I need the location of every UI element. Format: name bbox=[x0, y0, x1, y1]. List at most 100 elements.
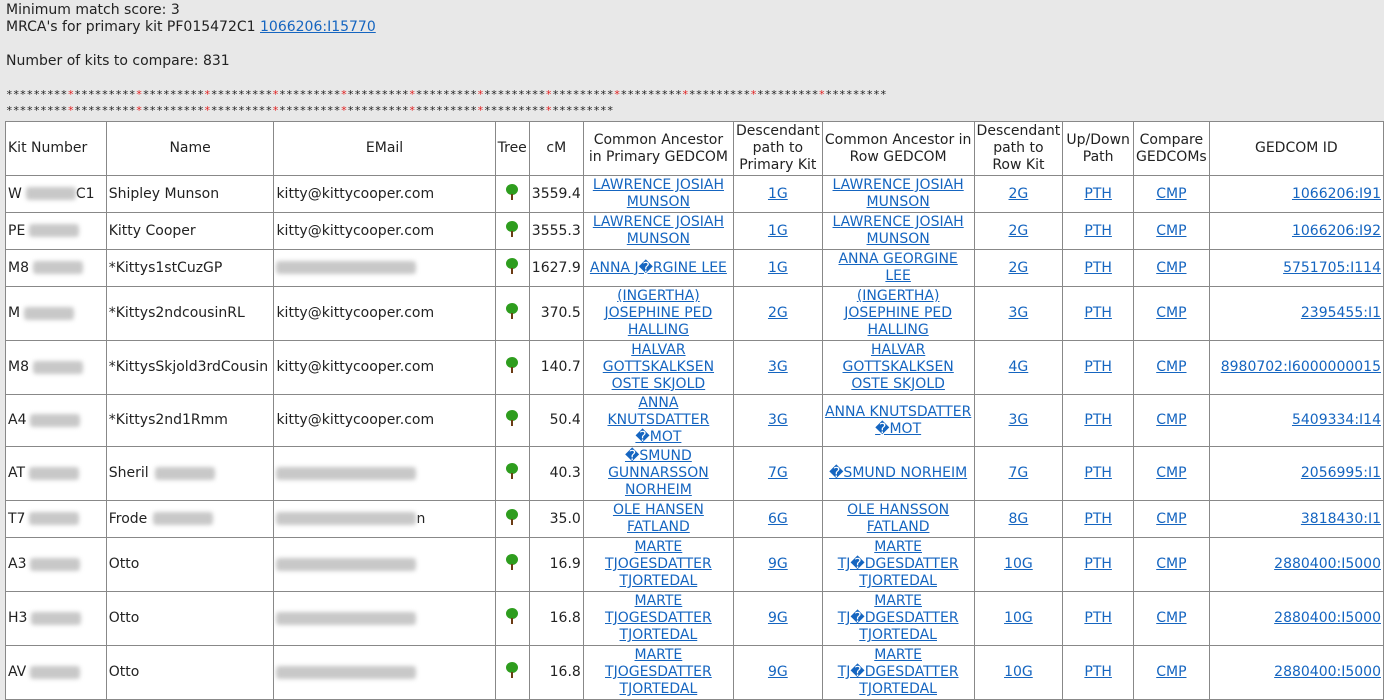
gedcom-id-cell-link[interactable]: 3818430:I1 bbox=[1301, 511, 1381, 527]
updown-cell-link[interactable]: PTH bbox=[1084, 664, 1112, 680]
tree-icon[interactable] bbox=[505, 608, 519, 624]
desc-row-cell-link[interactable]: 4G bbox=[1009, 359, 1029, 375]
desc-primary-cell-link[interactable]: 9G bbox=[768, 664, 788, 680]
gedcom-id-cell-link[interactable]: 1066206:I92 bbox=[1292, 223, 1381, 239]
tree-icon[interactable] bbox=[505, 662, 519, 678]
updown-cell-link[interactable]: PTH bbox=[1084, 305, 1112, 321]
updown-cell-link[interactable]: PTH bbox=[1084, 186, 1112, 202]
col-name[interactable]: Name bbox=[105, 121, 275, 176]
ca-primary-cell-link[interactable]: MARTE TJOGESDATTER TJORTEDAL bbox=[605, 593, 712, 643]
updown-cell-link[interactable]: PTH bbox=[1084, 511, 1112, 527]
desc-row-cell-link[interactable]: 7G bbox=[1009, 465, 1029, 481]
ca-primary-cell-link[interactable]: (INGERTHA) JOSEPHINE PED HALLING bbox=[604, 288, 712, 338]
updown-cell-link[interactable]: PTH bbox=[1084, 610, 1112, 626]
tree-icon[interactable] bbox=[505, 508, 519, 525]
col-tree[interactable]: Tree bbox=[494, 121, 530, 176]
desc-primary-cell-link[interactable]: 3G bbox=[768, 412, 788, 428]
desc-primary-cell-link[interactable]: 3G bbox=[768, 359, 788, 375]
ca-primary-cell-link[interactable]: ANNA KNUTSDATTER �MOT bbox=[608, 395, 710, 445]
ca-row-cell-link[interactable]: MARTE TJ�DGESDATTER TJORTEDAL bbox=[838, 539, 959, 589]
desc-row-cell-link[interactable]: 2G bbox=[1009, 223, 1029, 239]
ca-primary-cell-link[interactable]: MARTE TJOGESDATTER TJORTEDAL bbox=[605, 539, 712, 589]
desc-row-cell-link[interactable]: 2G bbox=[1009, 260, 1029, 276]
gedcom-id-cell-link[interactable]: 2880400:I5000 bbox=[1274, 610, 1381, 626]
gedcom-id-cell-link[interactable]: 5751705:I114 bbox=[1283, 260, 1381, 276]
compare-cell-link[interactable]: CMP bbox=[1156, 412, 1186, 428]
ca-row-cell-link[interactable]: LAWRENCE JOSIAH MUNSON bbox=[833, 177, 964, 210]
ca-row-cell-link[interactable]: ANNA KNUTSDATTER �MOT bbox=[825, 404, 971, 437]
gedcom-id-cell-link[interactable]: 2880400:I5000 bbox=[1274, 556, 1381, 572]
tree-icon[interactable] bbox=[505, 257, 519, 274]
ca-primary-cell-link[interactable]: OLE HANSEN FATLAND bbox=[613, 502, 704, 535]
ca-row-cell-link[interactable]: ANNA GEORGINE LEE bbox=[838, 251, 957, 284]
col-desc-primary[interactable]: Descendant path to Primary Kit bbox=[733, 121, 823, 176]
ca-primary-cell-link[interactable]: LAWRENCE JOSIAH MUNSON bbox=[593, 177, 724, 210]
desc-primary-cell-link[interactable]: 2G bbox=[768, 305, 788, 321]
desc-row-cell-link[interactable]: 10G bbox=[1004, 664, 1033, 680]
desc-primary-cell-link[interactable]: 6G bbox=[768, 511, 788, 527]
gedcom-id-cell-link[interactable]: 8980702:I6000000015 bbox=[1221, 359, 1381, 375]
ca-primary-cell-link[interactable]: MARTE TJOGESDATTER TJORTEDAL bbox=[605, 647, 712, 697]
updown-cell-link[interactable]: PTH bbox=[1084, 556, 1112, 572]
compare-cell-link[interactable]: CMP bbox=[1156, 223, 1186, 239]
updown-cell-link[interactable]: PTH bbox=[1084, 465, 1112, 481]
compare-cell-link[interactable]: CMP bbox=[1156, 359, 1186, 375]
updown-cell-link[interactable]: PTH bbox=[1084, 359, 1112, 375]
gedcom-id-cell-link[interactable]: 2880400:I5000 bbox=[1274, 664, 1381, 680]
ca-row-cell-link[interactable]: MARTE TJ�DGESDATTER TJORTEDAL bbox=[838, 647, 959, 697]
ca-row-cell-link[interactable]: (INGERTHA) JOSEPHINE PED HALLING bbox=[844, 288, 952, 338]
col-gedcom-id[interactable]: GEDCOM ID bbox=[1208, 121, 1384, 176]
gedcom-id-cell-link[interactable]: 5409334:I14 bbox=[1292, 412, 1381, 428]
desc-primary-cell-link[interactable]: 7G bbox=[768, 465, 788, 481]
desc-row-cell-link[interactable]: 10G bbox=[1004, 556, 1033, 572]
desc-primary-cell-link[interactable]: 1G bbox=[768, 223, 788, 239]
desc-primary-cell-link[interactable]: 1G bbox=[768, 260, 788, 276]
desc-primary-cell-link[interactable]: 9G bbox=[768, 556, 788, 572]
col-ca-primary[interactable]: Common Ancestor in Primary GEDCOM bbox=[582, 121, 735, 176]
col-compare[interactable]: Compare GEDCOMs bbox=[1133, 121, 1210, 176]
col-ca-row[interactable]: Common Ancestor in Row GEDCOM bbox=[821, 121, 975, 176]
ca-row-cell-link[interactable]: HALVAR GOTTSKALKSEN OSTE SKJOLD bbox=[842, 342, 953, 392]
desc-row-cell-link[interactable]: 10G bbox=[1004, 610, 1033, 626]
tree-icon[interactable] bbox=[505, 357, 519, 373]
compare-cell-link[interactable]: CMP bbox=[1156, 664, 1186, 680]
ca-row-cell-link[interactable]: MARTE TJ�DGESDATTER TJORTEDAL bbox=[838, 593, 959, 643]
desc-row-cell-link[interactable]: 3G bbox=[1009, 305, 1029, 321]
ca-primary-cell-link[interactable]: �SMUND GUNNARSSON NORHEIM bbox=[608, 448, 709, 498]
mrca-link[interactable]: 1066206:I15770 bbox=[260, 19, 376, 35]
desc-row-cell-link[interactable]: 3G bbox=[1009, 412, 1029, 428]
desc-row-cell-link[interactable]: 2G bbox=[1009, 186, 1029, 202]
tree-icon[interactable] bbox=[505, 303, 519, 319]
compare-cell-link[interactable]: CMP bbox=[1156, 186, 1186, 202]
updown-cell-link[interactable]: PTH bbox=[1084, 412, 1112, 428]
ca-row-cell-link[interactable]: LAWRENCE JOSIAH MUNSON bbox=[833, 214, 964, 247]
compare-cell-link[interactable]: CMP bbox=[1156, 610, 1186, 626]
tree-icon[interactable] bbox=[505, 183, 519, 200]
ca-row-cell-link[interactable]: �SMUND NORHEIM bbox=[829, 465, 967, 481]
gedcom-id-cell-link[interactable]: 1066206:I91 bbox=[1292, 186, 1381, 202]
tree-icon[interactable] bbox=[505, 220, 519, 237]
updown-cell-link[interactable]: PTH bbox=[1084, 223, 1112, 239]
ca-primary-cell-link[interactable]: ANNA J�RGINE LEE bbox=[590, 260, 727, 276]
col-email[interactable]: EMail bbox=[273, 121, 496, 176]
desc-primary-cell-link[interactable]: 1G bbox=[768, 186, 788, 202]
tree-icon[interactable] bbox=[505, 554, 519, 570]
col-kit-number[interactable]: Kit Number bbox=[5, 121, 107, 176]
updown-cell-link[interactable]: PTH bbox=[1084, 260, 1112, 276]
compare-cell-link[interactable]: CMP bbox=[1156, 465, 1186, 481]
ca-primary-cell-link[interactable]: HALVAR GOTTSKALKSEN OSTE SKJOLD bbox=[603, 342, 714, 392]
tree-icon[interactable] bbox=[505, 463, 519, 479]
gedcom-id-cell-link[interactable]: 2395455:I1 bbox=[1301, 305, 1381, 321]
desc-primary-cell-link[interactable]: 9G bbox=[768, 610, 788, 626]
compare-cell-link[interactable]: CMP bbox=[1156, 260, 1186, 276]
ca-row-cell-link[interactable]: OLE HANSSON FATLAND bbox=[847, 502, 949, 535]
compare-cell-link[interactable]: CMP bbox=[1156, 305, 1186, 321]
col-updown[interactable]: Up/Down Path bbox=[1062, 121, 1135, 176]
compare-cell-link[interactable]: CMP bbox=[1156, 556, 1186, 572]
col-cm[interactable]: cM bbox=[528, 121, 584, 176]
col-desc-row[interactable]: Descendant path to Row Kit bbox=[973, 121, 1064, 176]
compare-cell-link[interactable]: CMP bbox=[1156, 511, 1186, 527]
gedcom-id-cell-link[interactable]: 2056995:I1 bbox=[1301, 465, 1381, 481]
desc-row-cell-link[interactable]: 8G bbox=[1009, 511, 1029, 527]
ca-primary-cell-link[interactable]: LAWRENCE JOSIAH MUNSON bbox=[593, 214, 724, 247]
